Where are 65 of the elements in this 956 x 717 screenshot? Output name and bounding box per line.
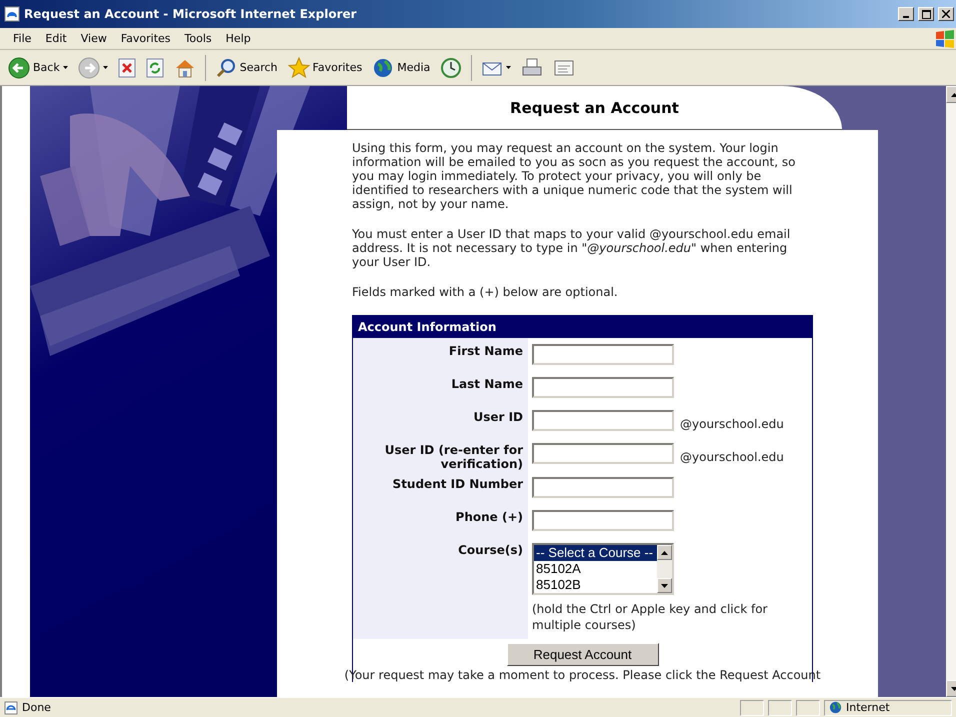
menu-item[interactable]: Edit bbox=[38, 30, 74, 47]
intro-paragraph: You must enter a User ID that maps to your valid @yourschool.edu email address. It is not necessary to type in "@yourschool.edu" when entering your User ID. bbox=[352, 227, 792, 269]
browser-icon bbox=[4, 6, 20, 22]
forward-icon bbox=[78, 56, 100, 78]
text-field[interactable] bbox=[532, 443, 674, 464]
scroll-up-button[interactable] bbox=[657, 545, 672, 560]
window-title: Request an Account - Microsoft Internet Explorer bbox=[24, 7, 358, 21]
section-header: Account Information bbox=[353, 316, 812, 338]
star-icon bbox=[288, 56, 310, 78]
text-field[interactable] bbox=[532, 510, 674, 531]
status-pane bbox=[796, 700, 820, 716]
course-listbox[interactable]: -- Select a Course -- 85102A 85102B bbox=[532, 543, 674, 595]
text-field[interactable] bbox=[532, 377, 674, 398]
domain-suffix: @yourschool.edu bbox=[680, 450, 784, 464]
history-icon bbox=[440, 56, 462, 78]
field-label: User ID (re-enter for verification) bbox=[384, 443, 523, 471]
page-heading: Request an Account bbox=[347, 86, 842, 130]
menu-item[interactable]: View bbox=[74, 30, 114, 47]
field-label: Course(s) bbox=[458, 543, 523, 557]
maximize-button[interactable] bbox=[918, 7, 934, 21]
edit-icon bbox=[553, 58, 576, 78]
print-icon bbox=[521, 56, 544, 78]
status-text: Done bbox=[22, 701, 51, 714]
field-label: Last Name bbox=[451, 377, 523, 391]
text-field[interactable] bbox=[532, 410, 674, 431]
intro-paragraph: Using this form, you may request an account on the system. Your login information will be emailed to you as socn as you request the account, so you may login immediately. To protect your privacy, you will only be identified to researchers with a unique numeric code that the system will assign, not by your name. bbox=[352, 141, 796, 211]
down-arrow-icon bbox=[951, 686, 956, 690]
close-icon bbox=[942, 10, 950, 18]
scroll-down-button[interactable] bbox=[657, 578, 672, 593]
back-button[interactable]: Back bbox=[4, 52, 72, 82]
favorites-button[interactable]: Favorites bbox=[284, 52, 366, 82]
media-button[interactable]: Media bbox=[368, 52, 434, 82]
search-icon bbox=[214, 56, 237, 78]
menu-item[interactable]: File bbox=[6, 30, 38, 47]
refresh-icon bbox=[146, 58, 164, 78]
up-arrow-icon bbox=[661, 550, 668, 554]
field-label: User ID bbox=[473, 410, 523, 424]
list-option[interactable]: -- Select a Course -- bbox=[534, 545, 657, 561]
menu-item[interactable]: Tools bbox=[178, 30, 219, 47]
up-arrow-icon bbox=[951, 92, 956, 96]
text-field[interactable] bbox=[532, 477, 674, 498]
status-pane bbox=[768, 700, 792, 716]
close-button[interactable] bbox=[938, 7, 954, 21]
field-label: Student ID Number bbox=[392, 477, 523, 491]
maximize-icon bbox=[922, 10, 930, 18]
text-field[interactable] bbox=[532, 344, 674, 365]
menu-item[interactable]: Help bbox=[218, 30, 258, 47]
domain-suffix: @yourschool.edu bbox=[680, 417, 784, 431]
status-pane bbox=[740, 700, 764, 716]
globe-icon bbox=[372, 56, 394, 78]
zone-text: Internet bbox=[846, 701, 890, 714]
hint-text: (hold the Ctrl or Apple key and click for multiple courses) bbox=[532, 601, 768, 634]
stop-icon bbox=[118, 58, 136, 78]
page-icon bbox=[4, 700, 18, 714]
field-label: Phone (+) bbox=[456, 510, 523, 524]
windows-logo-icon bbox=[934, 28, 956, 48]
down-arrow-icon bbox=[661, 584, 668, 588]
field-label: First Name bbox=[448, 344, 523, 358]
menu-item[interactable]: Favorites bbox=[114, 30, 178, 47]
search-button[interactable]: Search bbox=[210, 52, 282, 82]
minimize-button[interactable] bbox=[898, 7, 914, 21]
globe-icon bbox=[829, 701, 842, 714]
request-account-button[interactable]: Request Account bbox=[506, 643, 658, 666]
intro-paragraph: Fields marked with a (+) below are optional. bbox=[352, 285, 619, 299]
back-icon bbox=[8, 56, 30, 78]
